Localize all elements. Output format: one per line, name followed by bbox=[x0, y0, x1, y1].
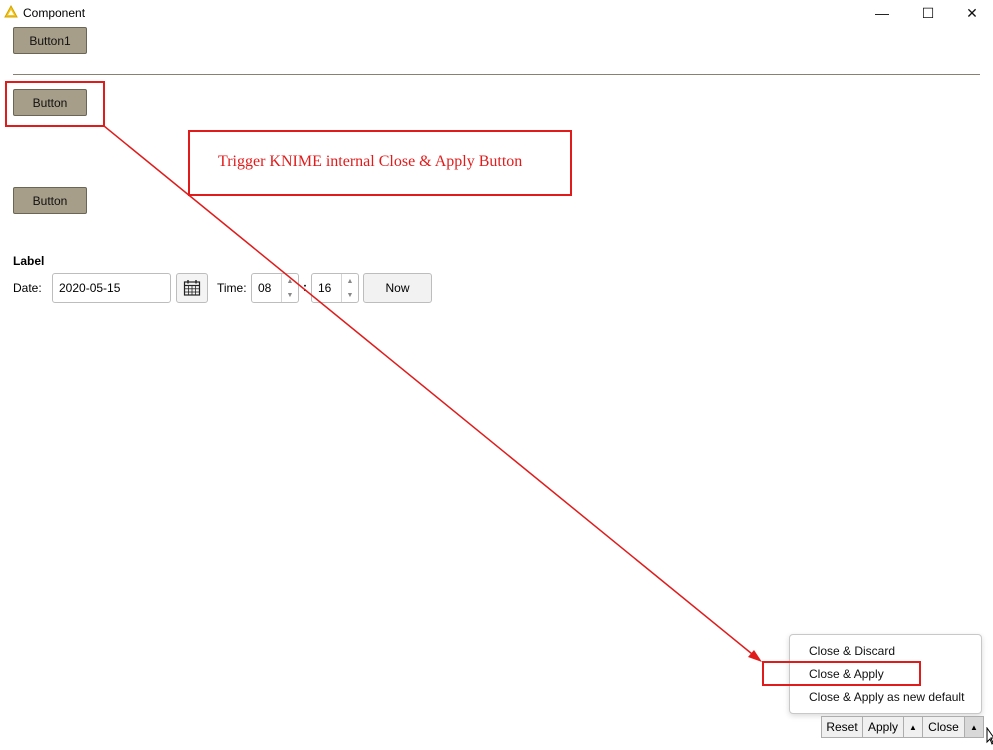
title-bar: Component — ☐ ✕ bbox=[0, 0, 993, 26]
knime-triangle-icon bbox=[4, 5, 18, 18]
annotation-arrow bbox=[103, 125, 762, 662]
component-view: Button1 Button Button Label Date: 2020-0… bbox=[0, 26, 993, 750]
maximize-icon: ☐ bbox=[921, 4, 935, 21]
close-icon: ✕ bbox=[966, 4, 978, 21]
minimize-button[interactable]: — bbox=[859, 0, 905, 26]
minimize-icon: — bbox=[875, 5, 889, 21]
close-window-button[interactable]: ✕ bbox=[949, 0, 993, 26]
maximize-button[interactable]: ☐ bbox=[905, 0, 951, 26]
mouse-cursor-icon bbox=[986, 727, 993, 745]
window-title: Component bbox=[23, 6, 86, 20]
